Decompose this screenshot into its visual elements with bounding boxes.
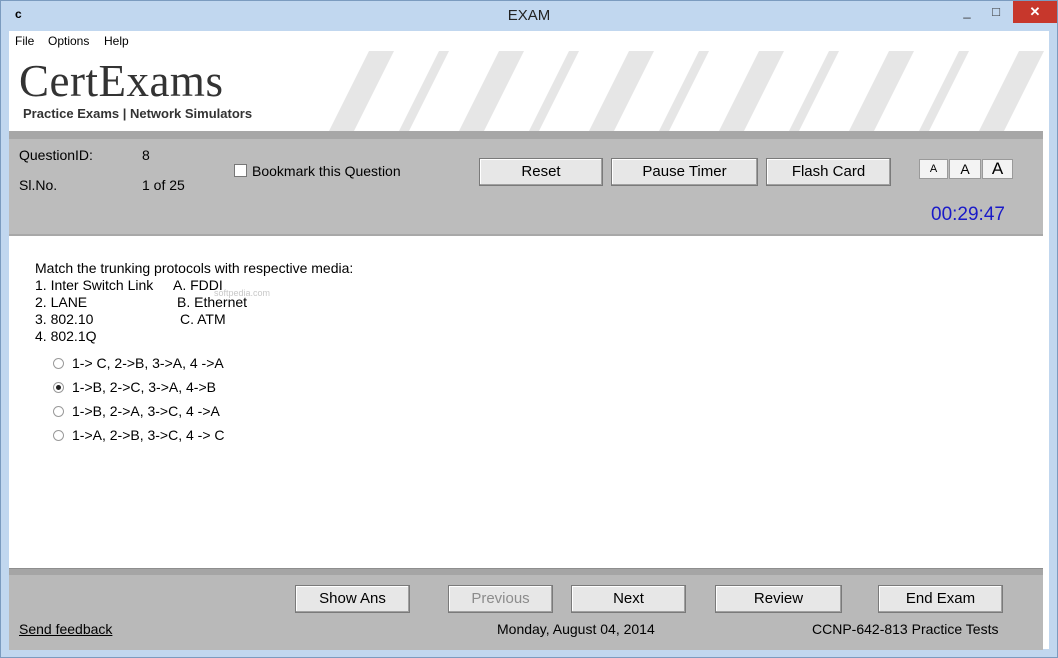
window-frame-right [1049,31,1057,651]
pause-timer-button[interactable]: Pause Timer [611,158,758,186]
end-exam-button[interactable]: End Exam [878,585,1003,613]
menu-options[interactable]: Options [48,34,89,48]
certexams-logo: CertExams [19,56,224,106]
answer-option-label: 1->A, 2->B, 3->C, 4 -> C [72,427,225,443]
font-size-small-label: A [929,163,938,175]
question-stem: Match the trunking protocols with respec… [35,260,354,276]
left-item: 2. LANE [35,294,88,310]
review-button[interactable]: Review [715,585,842,613]
menu-bar: File Options Help [9,31,1049,51]
review-button-label: Review [753,590,804,607]
exam-timer: 00:29:47 [931,204,1005,225]
title-bar: c EXAM _ □ ✕ [1,1,1057,31]
answer-option-label: 1-> C, 2->B, 3->A, 4 ->A [72,355,224,371]
menu-file[interactable]: File [15,34,34,48]
bottom-bar-edge [9,569,1043,575]
close-button[interactable]: ✕ [1013,1,1057,23]
banner-decoration [329,51,1044,131]
banner-tagline: Practice Exams | Network Simulators [23,106,253,121]
next-button-label: Next [613,590,644,607]
sl-no-value: 1 of 25 [142,177,185,193]
pause-timer-button-label: Pause Timer [642,163,727,180]
send-feedback-link[interactable]: Send feedback [19,621,112,637]
radio-button[interactable] [53,358,64,369]
previous-button[interactable]: Previous [448,585,553,613]
bookmark-checkbox[interactable]: Bookmark this Question [234,163,401,179]
minimize-button[interactable]: _ [956,1,978,23]
maximize-button[interactable]: □ [985,1,1007,23]
radio-button[interactable] [53,430,64,441]
font-size-large-label: A [991,159,1004,178]
window-frame-left [1,31,9,651]
question-id-label: QuestionID: [19,147,93,163]
left-item: 4. 802.1Q [35,328,97,344]
next-button[interactable]: Next [571,585,686,613]
radio-button[interactable] [53,406,64,417]
show-ans-button[interactable]: Show Ans [295,585,410,613]
window-title: EXAM [507,7,551,24]
certexams-banner: CertExams Practice Exams | Network Simul… [9,51,1049,131]
show-ans-button-label: Show Ans [319,590,386,607]
product-name: CCNP-642-813 Practice Tests [812,621,999,637]
navigation-bar: Show Ans Previous Next Review End Exam S… [9,568,1043,650]
answer-option-label: 1->B, 2->C, 3->A, 4->B [72,379,216,395]
flash-card-button[interactable]: Flash Card [766,158,891,186]
flash-card-button-label: Flash Card [791,163,866,180]
reset-button[interactable]: Reset [479,158,603,186]
font-size-large-button[interactable]: A [982,159,1013,179]
bookmark-label: Bookmark this Question [252,163,401,179]
left-item: 1. Inter Switch Link [35,277,154,293]
reset-button-label: Reset [521,163,561,180]
current-date: Monday, August 04, 2014 [497,621,655,637]
previous-button-label: Previous [471,590,530,607]
answer-option-label: 1->B, 2->A, 3->C, 4 ->A [72,403,220,419]
separator-bar [9,131,1043,139]
checkbox-icon[interactable] [234,164,247,177]
question-area: Match the trunking protocols with respec… [9,236,1043,566]
question-info-panel: QuestionID: 8 Sl.No. 1 of 25 Bookmark th… [9,139,1043,236]
exam-window: c EXAM _ □ ✕ File Options Help CertExams… [0,0,1058,658]
window-frame-bottom [1,649,1057,657]
font-size-medium-label: A [960,161,970,177]
menu-help[interactable]: Help [104,34,129,48]
font-size-medium-button[interactable]: A [949,159,981,179]
sl-no-label: Sl.No. [19,177,58,193]
font-size-small-button[interactable]: A [919,159,948,179]
left-item: 3. 802.10 [35,311,94,327]
question-id-value: 8 [142,147,150,163]
watermark-text: softpedia.com [214,288,271,298]
right-item: C. ATM [180,311,226,327]
end-exam-button-label: End Exam [905,590,976,607]
radio-button-selected[interactable] [53,382,64,393]
